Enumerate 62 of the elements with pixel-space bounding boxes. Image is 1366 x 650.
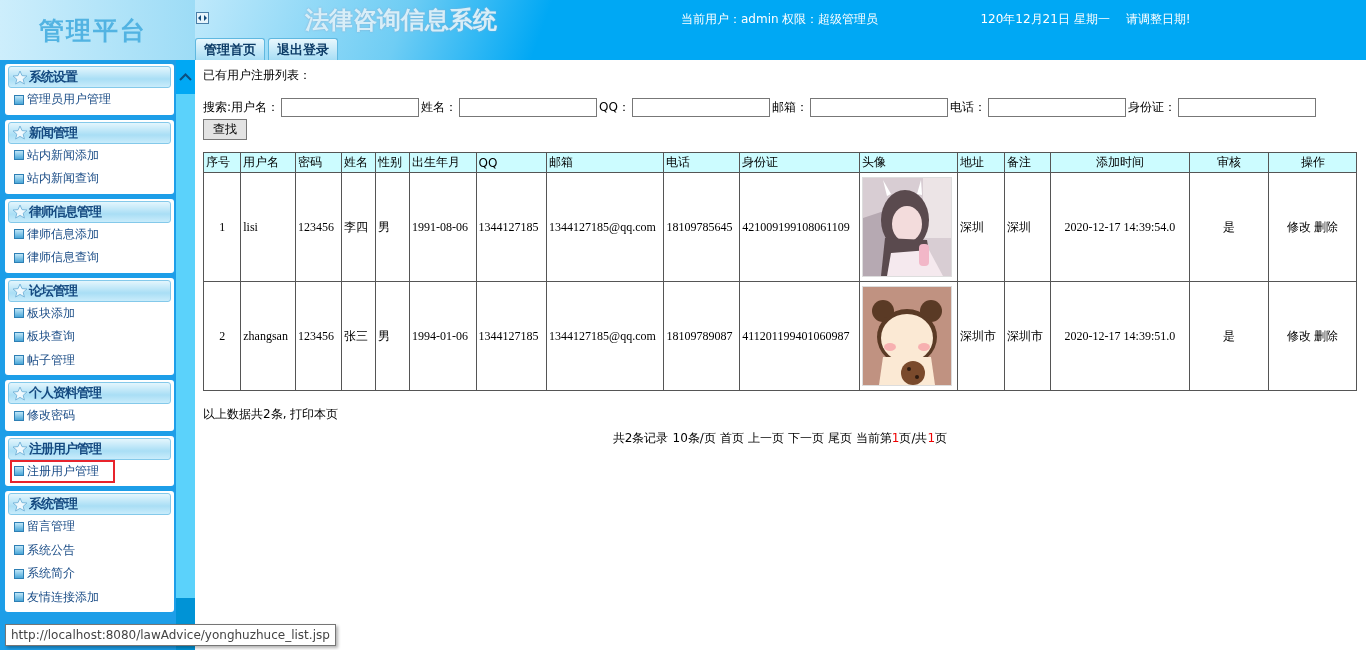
column-header: 出生年月 (409, 152, 477, 173)
table-cell: 深圳 (957, 172, 1005, 282)
table-cell: 18109785645 (664, 172, 740, 282)
table-cell: 1 (203, 172, 241, 282)
column-header: 用户名 (240, 152, 296, 173)
table-cell: 1344127185@qq.com (546, 281, 664, 391)
field-label: 姓名： (421, 99, 458, 116)
table-cell: lisi (240, 172, 296, 282)
user-info: 当前用户：admin 权限：超级管理员 (681, 11, 879, 28)
table-cell: 123456 (295, 172, 342, 282)
column-header: 电话 (664, 152, 740, 173)
table-cell: 深圳 (1004, 172, 1051, 282)
column-header: 邮箱 (546, 152, 664, 173)
table-cell: 张三 (341, 281, 376, 391)
table-cell: 深圳市 (957, 281, 1005, 391)
field-label: 身份证： (1127, 99, 1176, 116)
page-size: 10条/页 (672, 430, 716, 447)
date-notice: 请调整日期! (1125, 11, 1191, 28)
column-header: 序号 (203, 152, 241, 173)
column-header: 性别 (375, 152, 410, 173)
table-cell: 是 (1189, 281, 1269, 391)
column-header: 审核 (1189, 152, 1269, 173)
table-cell: 男 (375, 172, 410, 282)
table-cell: 是 (1189, 172, 1269, 282)
table-cell: 123456 (295, 281, 342, 391)
field-label: 电话： (949, 99, 986, 116)
table-cell: 1344127185 (476, 172, 547, 282)
summary-text: 以上数据共2条, 打印本页 (203, 406, 340, 423)
table-cell: 421009199108061109 (739, 172, 860, 282)
table-cell: 18109789087 (664, 281, 740, 391)
table-cell: 2 (203, 281, 241, 391)
logo-text: 管理平台 (38, 14, 147, 47)
column-header: 备注 (1004, 152, 1051, 173)
column-header: 密码 (295, 152, 342, 173)
table-cell: 深圳市 (1004, 281, 1051, 391)
table-cell: 411201199401060987 (739, 281, 860, 391)
table-cell: 1344127185@qq.com (546, 172, 664, 282)
table-cell: 李四 (341, 172, 376, 282)
column-header: 头像 (859, 152, 958, 173)
search-label: 搜索: (203, 99, 232, 116)
table-cell: 2020-12-17 14:39:54.0 (1050, 172, 1190, 282)
table-cell: 1344127185 (476, 281, 547, 391)
table-cell: zhangsan (240, 281, 296, 391)
record-count: 共2条记录 (612, 430, 669, 447)
column-header: 操作 (1268, 152, 1357, 173)
table-cell: 1994-01-06 (409, 281, 477, 391)
list-heading: 已有用户注册列表： (203, 67, 312, 84)
column-header: 地址 (957, 152, 1005, 173)
link-tooltip: http://localhost:8080/lawAdvice/yonghuzhuce_list.jsp (5, 624, 336, 646)
table-cell: 1991-08-06 (409, 172, 477, 282)
column-header: 姓名 (341, 152, 376, 173)
column-header: QQ (476, 152, 547, 173)
field-label: 邮箱： (771, 99, 808, 116)
column-header: 添加时间 (1050, 152, 1190, 173)
page-status: 当前第1页/共1页 (855, 430, 948, 447)
column-header: 身份证 (739, 152, 860, 173)
table-cell: 男 (375, 281, 410, 391)
system-title: 法律咨询信息系统 (305, 4, 497, 36)
field-label: QQ： (599, 99, 630, 116)
field-label: 用户名： (231, 99, 280, 116)
date-text: 120年12月21日 星期一 (980, 11, 1110, 28)
table-cell: 2020-12-17 14:39:51.0 (1050, 281, 1190, 391)
